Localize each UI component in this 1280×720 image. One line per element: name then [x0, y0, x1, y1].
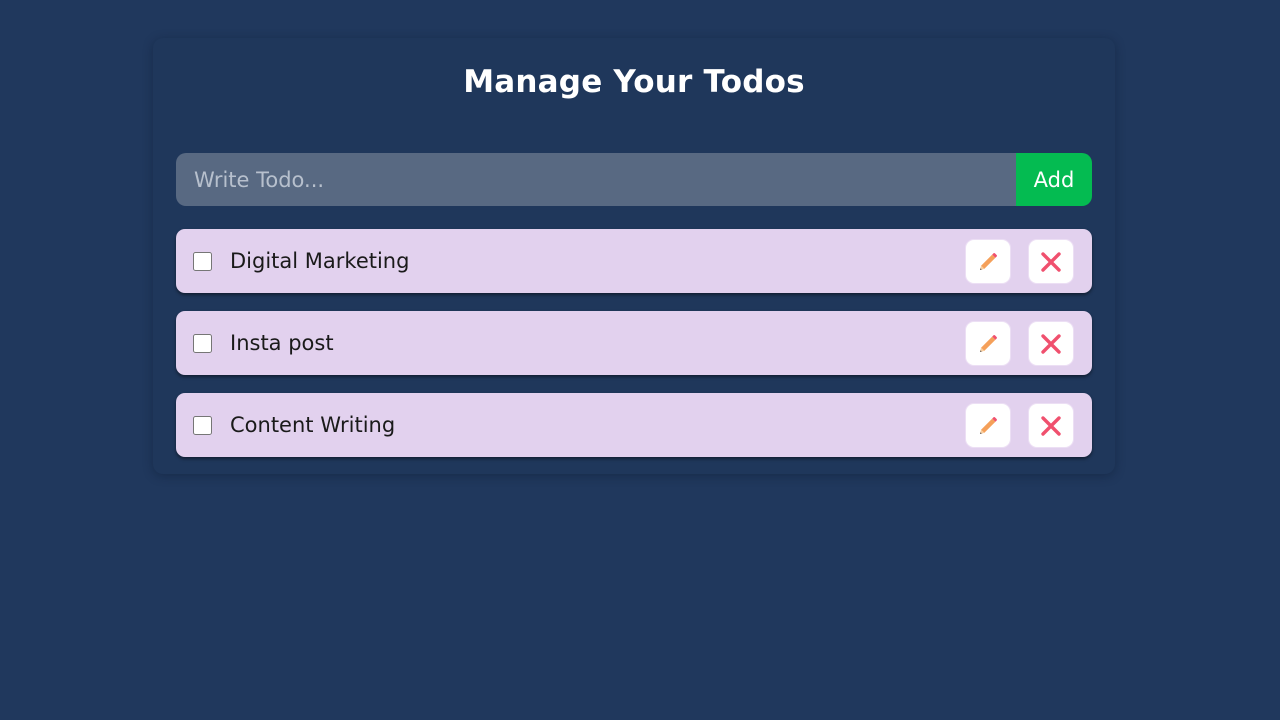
pencil-icon	[976, 250, 1000, 274]
todo-checkbox[interactable]	[193, 252, 212, 271]
close-icon	[1039, 250, 1063, 274]
edit-button[interactable]	[965, 403, 1011, 448]
todo-checkbox[interactable]	[193, 334, 212, 353]
todo-card: Manage Your Todos Add Digital Marketing	[153, 38, 1115, 474]
page-title: Manage Your Todos	[463, 64, 805, 100]
delete-button[interactable]	[1028, 239, 1074, 284]
pencil-icon	[976, 414, 1000, 438]
todo-item: Content Writing	[176, 393, 1092, 457]
pencil-icon	[976, 332, 1000, 356]
edit-button[interactable]	[965, 239, 1011, 284]
todo-input[interactable]	[176, 153, 1016, 206]
close-icon	[1039, 332, 1063, 356]
delete-button[interactable]	[1028, 321, 1074, 366]
todo-item: Insta post	[176, 311, 1092, 375]
todo-text: Insta post	[230, 331, 334, 355]
close-icon	[1039, 414, 1063, 438]
todo-checkbox[interactable]	[193, 416, 212, 435]
todo-text: Content Writing	[230, 413, 396, 437]
todo-item: Digital Marketing	[176, 229, 1092, 293]
edit-button[interactable]	[965, 321, 1011, 366]
todo-text: Digital Marketing	[230, 249, 410, 273]
todo-list: Digital Marketing Insta post Content Wri…	[176, 229, 1092, 475]
delete-button[interactable]	[1028, 403, 1074, 448]
todo-form: Add	[176, 153, 1092, 206]
add-button[interactable]: Add	[1016, 153, 1092, 206]
